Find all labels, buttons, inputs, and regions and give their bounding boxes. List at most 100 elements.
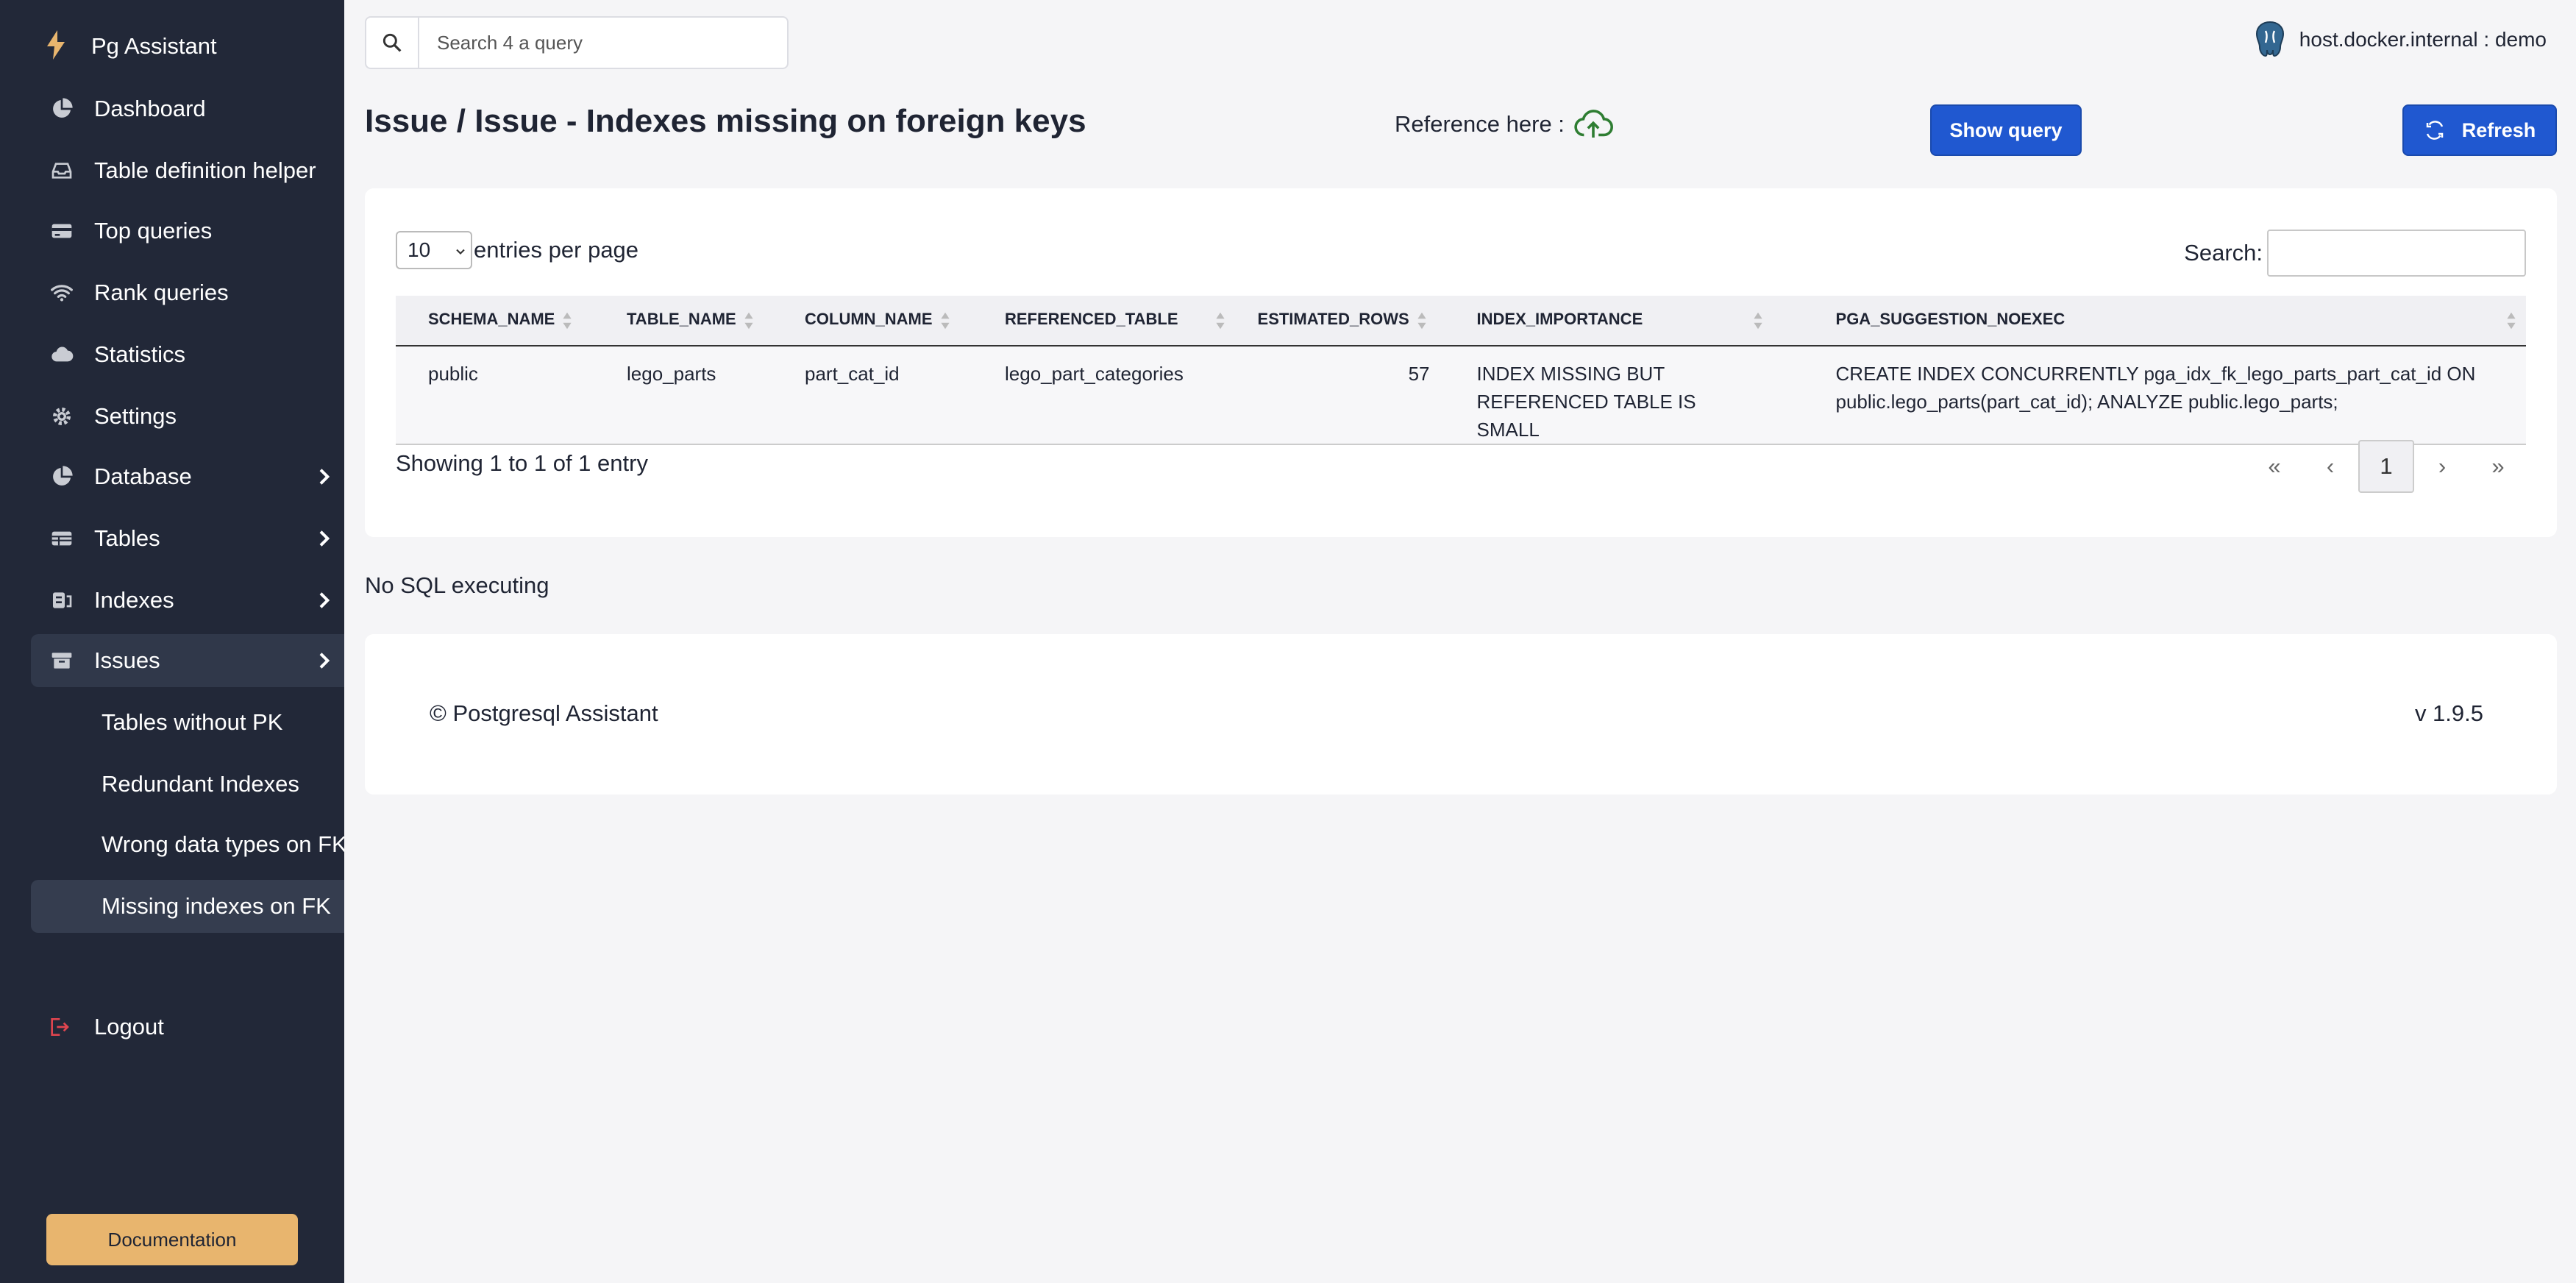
chevron-right-icon — [319, 530, 330, 547]
sort-icon — [1754, 312, 1762, 329]
sidebar-item-tables[interactable]: Tables — [31, 512, 344, 565]
host-label: host.docker.internal : demo — [2299, 28, 2547, 51]
sidebar-item-label: Dashboard — [94, 96, 206, 121]
brand-name: Pg Assistant — [91, 33, 217, 59]
sidebar-subitem-wrong-data-types[interactable]: Wrong data types on FK — [31, 818, 344, 871]
results-table: SCHEMA_NAME TABLE_NAME COLUMN_NAME REFER… — [396, 296, 2526, 445]
postgres-elephant-icon — [2255, 21, 2284, 57]
sidebar-item-label: Issues — [94, 647, 160, 673]
inbox-icon — [47, 156, 77, 185]
results-card: 10 entries per page Search: SCHEMA_NAME … — [365, 188, 2557, 537]
copyright: © Postgresql Assistant — [430, 700, 658, 726]
brand[interactable]: Pg Assistant — [46, 28, 217, 65]
cell-index-importance: INDEX MISSING BUT REFERENCED TABLE IS SM… — [1476, 363, 1696, 441]
column-header[interactable]: SCHEMA_NAME — [396, 296, 594, 346]
cell-schema-name: public — [428, 363, 478, 385]
version: v 1.9.5 — [2414, 700, 2483, 726]
cloud-icon — [47, 340, 77, 369]
sidebar-item-rank-queries[interactable]: Rank queries — [31, 266, 344, 319]
column-header[interactable]: REFERENCED_TABLE — [972, 296, 1225, 346]
search-icon[interactable] — [366, 18, 419, 68]
refresh-label: Refresh — [2461, 118, 2536, 141]
refresh-button[interactable]: Refresh — [2402, 104, 2557, 156]
entries-label: entries per page — [474, 237, 639, 263]
gear-icon — [47, 402, 77, 431]
wifi-icon — [47, 278, 77, 308]
sidebar-subitem-label: Tables without PK — [102, 709, 283, 735]
search-input[interactable] — [437, 31, 775, 54]
chevron-right-icon — [319, 653, 330, 669]
sidebar-item-database[interactable]: Database — [31, 450, 344, 503]
credit-card-icon — [47, 216, 77, 246]
page-1-button[interactable]: 1 — [2358, 440, 2414, 493]
column-header-label: INDEX_IMPORTANCE — [1476, 310, 1643, 329]
column-header[interactable]: ESTIMATED_ROWS — [1225, 296, 1445, 346]
first-page-button[interactable]: « — [2246, 440, 2302, 493]
entries-value: 10 — [408, 238, 431, 261]
sort-icon — [1417, 312, 1426, 329]
connection-info[interactable]: host.docker.internal : demo — [2252, 19, 2547, 60]
entries-select[interactable]: 10 — [396, 231, 472, 269]
cell-column-name: part_cat_id — [805, 363, 900, 385]
prev-page-button[interactable]: ‹ — [2302, 440, 2358, 493]
sort-icon — [940, 312, 950, 329]
cell-estimated-rows: 57 — [1408, 363, 1430, 385]
table-search: Search: — [2184, 230, 2526, 277]
documentation-button[interactable]: Documentation — [46, 1214, 298, 1265]
column-header-label: TABLE_NAME — [627, 310, 736, 329]
footer: © Postgresql Assistant v 1.9.5 — [365, 634, 2557, 795]
column-header[interactable]: INDEX_IMPORTANCE — [1444, 296, 1804, 346]
refresh-icon — [2426, 121, 2443, 140]
sidebar-item-label: Indexes — [94, 587, 174, 613]
sidebar-item-dashboard[interactable]: Dashboard — [31, 82, 344, 135]
column-header[interactable]: TABLE_NAME — [594, 296, 772, 346]
archive-icon — [47, 646, 77, 675]
chevron-right-icon — [319, 592, 330, 608]
sidebar-subitem-tables-without-pk[interactable]: Tables without PK — [31, 696, 344, 749]
logout-label: Logout — [94, 1014, 164, 1039]
sql-status: No SQL executing — [365, 572, 549, 598]
page-title: Issue / Issue - Indexes missing on forei… — [365, 103, 1086, 139]
sidebar-subitem-label: Missing indexes on FK — [102, 893, 331, 919]
cloud-upload-icon[interactable] — [1573, 107, 1613, 141]
table-search-label: Search: — [2184, 240, 2263, 266]
sidebar-item-indexes[interactable]: Indexes — [31, 574, 344, 627]
query-search — [365, 16, 789, 69]
logout-link[interactable]: Logout — [31, 1001, 164, 1053]
sort-icon — [563, 312, 572, 329]
next-page-button[interactable]: › — [2414, 440, 2470, 493]
sidebar-item-issues[interactable]: Issues — [31, 634, 344, 687]
sidebar-item-label: Top queries — [94, 218, 213, 244]
column-header-label: REFERENCED_TABLE — [1005, 310, 1178, 329]
table-search-input[interactable] — [2267, 230, 2526, 277]
show-query-button[interactable]: Show query — [1930, 104, 2082, 156]
sidebar-item-settings[interactable]: Settings — [31, 390, 344, 443]
entries-per-page: 10 entries per page — [396, 231, 638, 269]
sidebar-item-label: Settings — [94, 403, 177, 429]
last-page-button[interactable]: » — [2470, 440, 2526, 493]
reference-label: Reference here : — [1395, 111, 1565, 137]
column-header[interactable]: COLUMN_NAME — [772, 296, 972, 346]
index-icon — [47, 586, 77, 615]
table-header-row: SCHEMA_NAME TABLE_NAME COLUMN_NAME REFER… — [396, 296, 2526, 346]
sort-icon — [2507, 312, 2516, 329]
sidebar-subitem-redundant-indexes[interactable]: Redundant Indexes — [31, 758, 344, 811]
sidebar-item-label: Rank queries — [94, 280, 229, 305]
sidebar-subitem-label: Redundant Indexes — [102, 771, 299, 797]
sidebar-subitem-label: Wrong data types on FK — [102, 831, 344, 857]
table-row: public lego_parts part_cat_id lego_part_… — [396, 346, 2526, 444]
column-header[interactable]: PGA_SUGGESTION_NOEXEC — [1803, 296, 2526, 346]
pagination: « ‹ 1 › » — [2246, 440, 2526, 493]
sidebar-item-statistics[interactable]: Statistics — [31, 328, 344, 381]
chevron-down-icon — [456, 249, 465, 255]
sort-icon — [744, 312, 753, 329]
reference: Reference here : — [1395, 107, 1613, 141]
pie-chart-icon — [47, 94, 77, 124]
showing-info: Showing 1 to 1 of 1 entry — [396, 450, 648, 476]
pie-chart-icon — [47, 462, 77, 491]
cell-table-name: lego_parts — [627, 363, 716, 385]
sidebar-subitem-missing-indexes[interactable]: Missing indexes on FK — [31, 880, 344, 933]
sidebar-item-table-definition-helper[interactable]: Table definition helper — [31, 144, 344, 197]
sidebar-item-top-queries[interactable]: Top queries — [31, 205, 344, 257]
sidebar-item-label: Tables — [94, 525, 160, 551]
